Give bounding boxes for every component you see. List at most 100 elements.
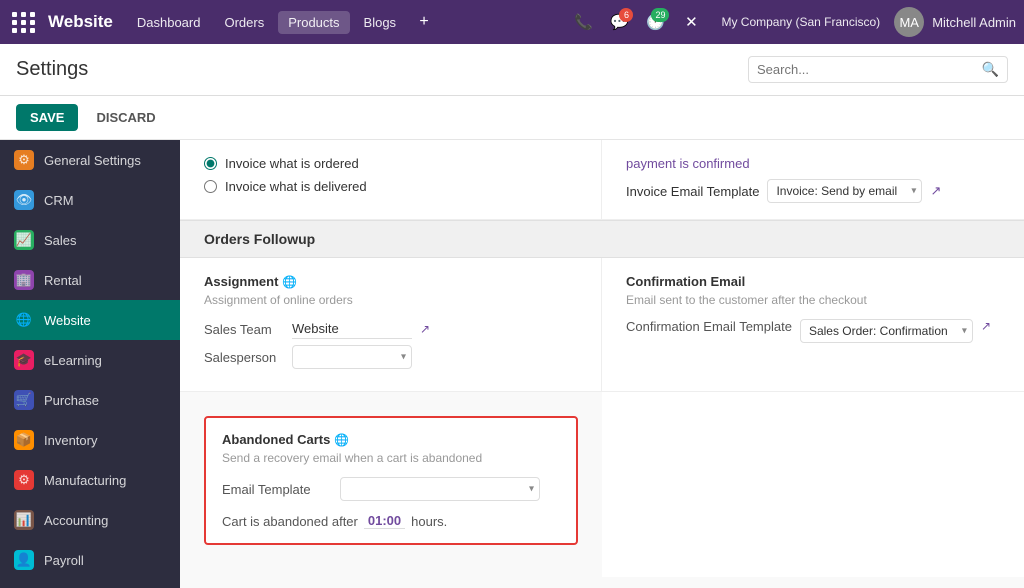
salesperson-row: Salesperson [204, 345, 577, 369]
assignment-title: Assignment 🌐 [204, 274, 577, 289]
activity-badge: 29 [651, 8, 669, 22]
brand-logo: Website [48, 12, 113, 32]
messages-icon[interactable]: 💬 6 [603, 6, 635, 38]
sidebar-label-sales: Sales [44, 233, 77, 248]
sidebar-item-sales[interactable]: 📈 Sales [0, 220, 180, 260]
sidebar-label-general-settings: General Settings [44, 153, 141, 168]
sidebar-label-inventory: Inventory [44, 433, 97, 448]
sidebar-item-website[interactable]: 🌐 Website [0, 300, 180, 340]
cart-abandoned-prefix: Cart is abandoned after [222, 514, 358, 529]
sidebar-label-purchase: Purchase [44, 393, 99, 408]
sidebar-item-accounting[interactable]: 📊 Accounting [0, 500, 180, 540]
graduation-icon: 🎓 [14, 350, 34, 370]
sidebar-item-elearning[interactable]: 🎓 eLearning [0, 340, 180, 380]
confirmation-external-link[interactable]: ↗ [981, 319, 991, 333]
globe-icon: 🌐 [14, 310, 34, 330]
nav-orders[interactable]: Orders [214, 11, 274, 34]
confirmation-title: Confirmation Email [626, 274, 1000, 289]
action-bar: SAVE DISCARD [0, 96, 1024, 140]
confirmation-template-row: Confirmation Email Template Sales Order:… [626, 319, 1000, 343]
phone-icon[interactable]: 📞 [567, 6, 599, 38]
nav-blogs[interactable]: Blogs [354, 11, 407, 34]
confirmation-select[interactable]: Sales Order: Confirmation [800, 319, 973, 343]
sidebar-label-accounting: Accounting [44, 513, 108, 528]
abandoned-carts-title: Abandoned Carts 🌐 [222, 432, 560, 447]
sidebar-item-inventory[interactable]: 📦 Inventory [0, 420, 180, 460]
accounting-icon: 📊 [14, 510, 34, 530]
confirmation-label: Confirmation Email Template [626, 319, 792, 334]
top-navigation: Website Dashboard Orders Products Blogs … [0, 0, 1024, 44]
cart-icon: 🛒 [14, 390, 34, 410]
salesperson-label: Salesperson [204, 350, 284, 365]
sidebar-label-manufacturing: Manufacturing [44, 473, 126, 488]
invoice-email-select[interactable]: Invoice: Send by email [767, 179, 922, 203]
close-icon[interactable]: ✕ [675, 6, 707, 38]
sidebar-item-manufacturing[interactable]: ⚙ Manufacturing [0, 460, 180, 500]
sales-team-row: Sales Team Website ↗ [204, 319, 577, 339]
avatar[interactable]: MA [894, 7, 924, 37]
orders-followup-header: Orders Followup [180, 220, 1024, 258]
person-icon: 👤 [14, 550, 34, 570]
salesperson-select-wrapper [292, 345, 412, 369]
gear-icon: ⚙ [14, 150, 34, 170]
assignment-section: Assignment 🌐 Assignment of online orders… [180, 258, 602, 391]
company-name: My Company (San Francisco) [711, 11, 890, 33]
page-title: Settings [16, 58, 748, 81]
activity-icon[interactable]: 🕐 29 [639, 6, 671, 38]
invoice-email-label: Invoice Email Template [626, 184, 759, 199]
sidebar: ⚙ General Settings 👁 CRM 📈 Sales 🏢 Renta… [0, 140, 180, 588]
search-bar[interactable]: 🔍 [748, 56, 1008, 83]
abandoned-carts-container: Abandoned Carts 🌐 Send a recovery email … [180, 392, 602, 577]
user-name: Mitchell Admin [932, 15, 1016, 30]
sidebar-item-payroll[interactable]: 👤 Payroll [0, 540, 180, 580]
orders-followup-title: Orders Followup [204, 231, 315, 247]
invoice-delivered-radio[interactable] [204, 180, 217, 193]
cog-icon: ⚙ [14, 470, 34, 490]
search-input[interactable] [757, 62, 982, 77]
nav-products[interactable]: Products [278, 11, 349, 34]
invoice-ordered-option[interactable]: Invoice what is ordered [204, 156, 577, 171]
confirmation-select-wrapper: Sales Order: Confirmation [800, 319, 973, 343]
sidebar-item-crm[interactable]: 👁 CRM [0, 180, 180, 220]
invoice-ordered-label: Invoice what is ordered [225, 156, 359, 171]
invoice-email-external-link[interactable]: ↗ [930, 183, 941, 199]
sidebar-item-rental[interactable]: 🏢 Rental [0, 260, 180, 300]
cart-abandoned-time[interactable]: 01:00 [364, 513, 405, 529]
cart-abandoned-time-row: Cart is abandoned after 01:00 hours. [222, 513, 560, 529]
sales-team-label: Sales Team [204, 322, 284, 337]
sidebar-item-general-settings[interactable]: ⚙ General Settings [0, 140, 180, 180]
invoice-delivered-label: Invoice what is delivered [225, 179, 367, 194]
abandoned-email-select[interactable] [340, 477, 540, 501]
discard-button[interactable]: DISCARD [86, 104, 165, 131]
abandoned-carts-section: Abandoned Carts 🌐 Send a recovery email … [204, 416, 578, 545]
save-button[interactable]: SAVE [16, 104, 78, 131]
abandoned-carts-subtitle: Send a recovery email when a cart is aba… [222, 451, 560, 465]
nav-dashboard[interactable]: Dashboard [127, 11, 211, 34]
right-empty-panel [602, 392, 1024, 577]
main-content: Invoice what is ordered Invoice what is … [180, 140, 1024, 588]
apps-menu-button[interactable] [8, 8, 40, 37]
confirmation-subtitle: Email sent to the customer after the che… [626, 293, 1000, 307]
confirmation-email-section: Confirmation Email Email sent to the cus… [602, 258, 1024, 391]
abandoned-email-template-row: Email Template [222, 477, 560, 501]
invoice-ordered-radio[interactable] [204, 157, 217, 170]
sales-team-link-icon[interactable]: ↗ [420, 322, 430, 336]
abandoned-email-select-wrapper [340, 477, 540, 501]
add-menu-button[interactable]: + [410, 8, 438, 36]
eye-icon: 👁 [14, 190, 34, 210]
abandoned-globe-icon: 🌐 [334, 433, 349, 447]
sidebar-item-purchase[interactable]: 🛒 Purchase [0, 380, 180, 420]
salesperson-select[interactable] [292, 345, 412, 369]
search-icon[interactable]: 🔍 [982, 61, 999, 78]
invoice-email-row: Invoice Email Template Invoice: Send by … [626, 179, 1000, 203]
sidebar-label-elearning: eLearning [44, 353, 102, 368]
sidebar-label-crm: CRM [44, 193, 74, 208]
building-icon: 🏢 [14, 270, 34, 290]
invoice-radio-group: Invoice what is ordered Invoice what is … [204, 156, 577, 194]
assignment-subtitle: Assignment of online orders [204, 293, 577, 307]
page-header: Settings 🔍 [0, 44, 1024, 96]
invoice-delivered-option[interactable]: Invoice what is delivered [204, 179, 577, 194]
messages-badge: 6 [619, 8, 633, 22]
sales-team-value: Website [292, 319, 412, 339]
payment-confirmed-text: payment is confirmed [626, 156, 750, 171]
